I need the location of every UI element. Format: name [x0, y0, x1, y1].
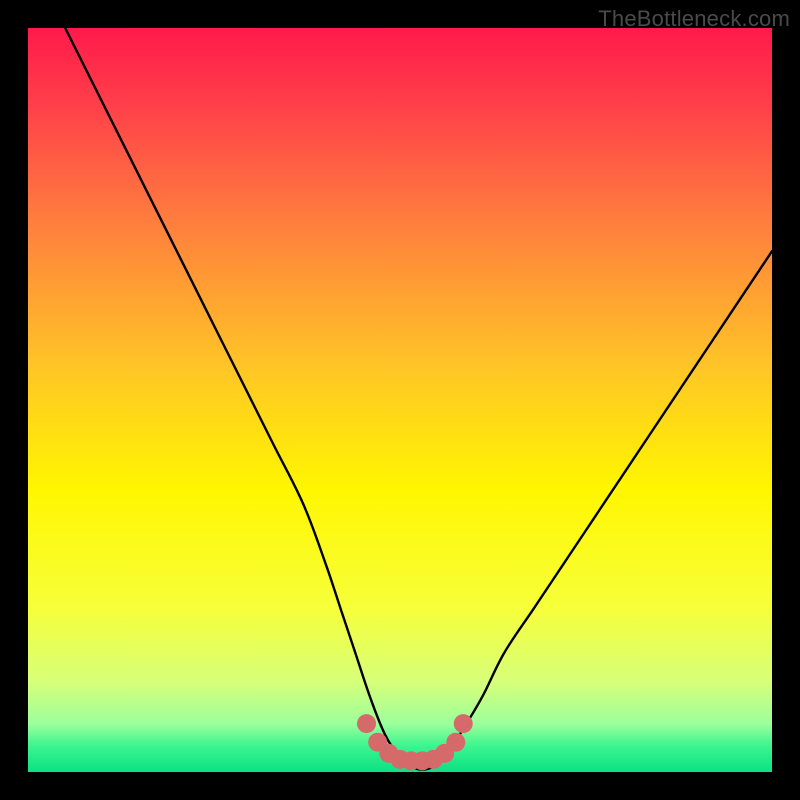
- plot-area: [28, 28, 772, 772]
- highlight-dot: [357, 714, 376, 733]
- outer-frame: TheBottleneck.com: [0, 0, 800, 800]
- gradient-background: [28, 28, 772, 772]
- highlight-dot: [454, 714, 473, 733]
- chart-svg: [28, 28, 772, 772]
- watermark-label: TheBottleneck.com: [598, 6, 790, 32]
- highlight-dot: [446, 733, 465, 752]
